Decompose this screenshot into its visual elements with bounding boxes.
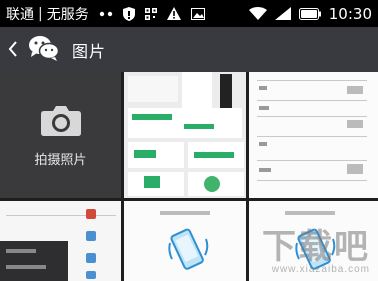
wechat-icon — [28, 34, 60, 66]
photo-thumbnail[interactable] — [249, 72, 378, 198]
take-photo-label: 拍摄照片 — [34, 152, 87, 168]
chevron-left-icon[interactable] — [8, 40, 22, 60]
status-right: 10:30 — [248, 4, 372, 23]
watermark-url: www.xiazaiba.com — [271, 264, 370, 275]
clock: 10:30 — [328, 4, 372, 23]
status-bar: 联通 | 无服务 10:30 — [0, 0, 378, 27]
status-left: 联通 | 无服务 — [6, 4, 89, 24]
carrier-label: 联通 — [6, 6, 34, 23]
photo-thumbnail[interactable] — [124, 201, 246, 281]
battery-icon — [298, 7, 321, 20]
wifi-icon — [248, 7, 267, 20]
status-icons — [99, 6, 205, 21]
watermark: 下载吧 www.xiazaiba.com — [262, 230, 370, 275]
photo-thumbnail[interactable] — [0, 201, 121, 281]
signal-icon — [274, 7, 291, 20]
title-bar: 图片 — [0, 27, 378, 72]
shield-icon — [122, 6, 135, 21]
photo-thumbnail[interactable] — [124, 72, 246, 198]
separator: | — [38, 5, 43, 22]
page-title: 图片 — [72, 41, 107, 61]
service-label: 无服务 — [46, 6, 89, 23]
image-icon — [190, 7, 205, 20]
dots-icon — [99, 11, 113, 17]
take-photo-button[interactable]: 拍摄照片 — [0, 72, 121, 198]
qrcode-icon — [144, 7, 157, 20]
warning-icon — [166, 7, 181, 20]
camera-icon — [40, 103, 82, 141]
watermark-logo: 下载吧 — [262, 228, 370, 266]
